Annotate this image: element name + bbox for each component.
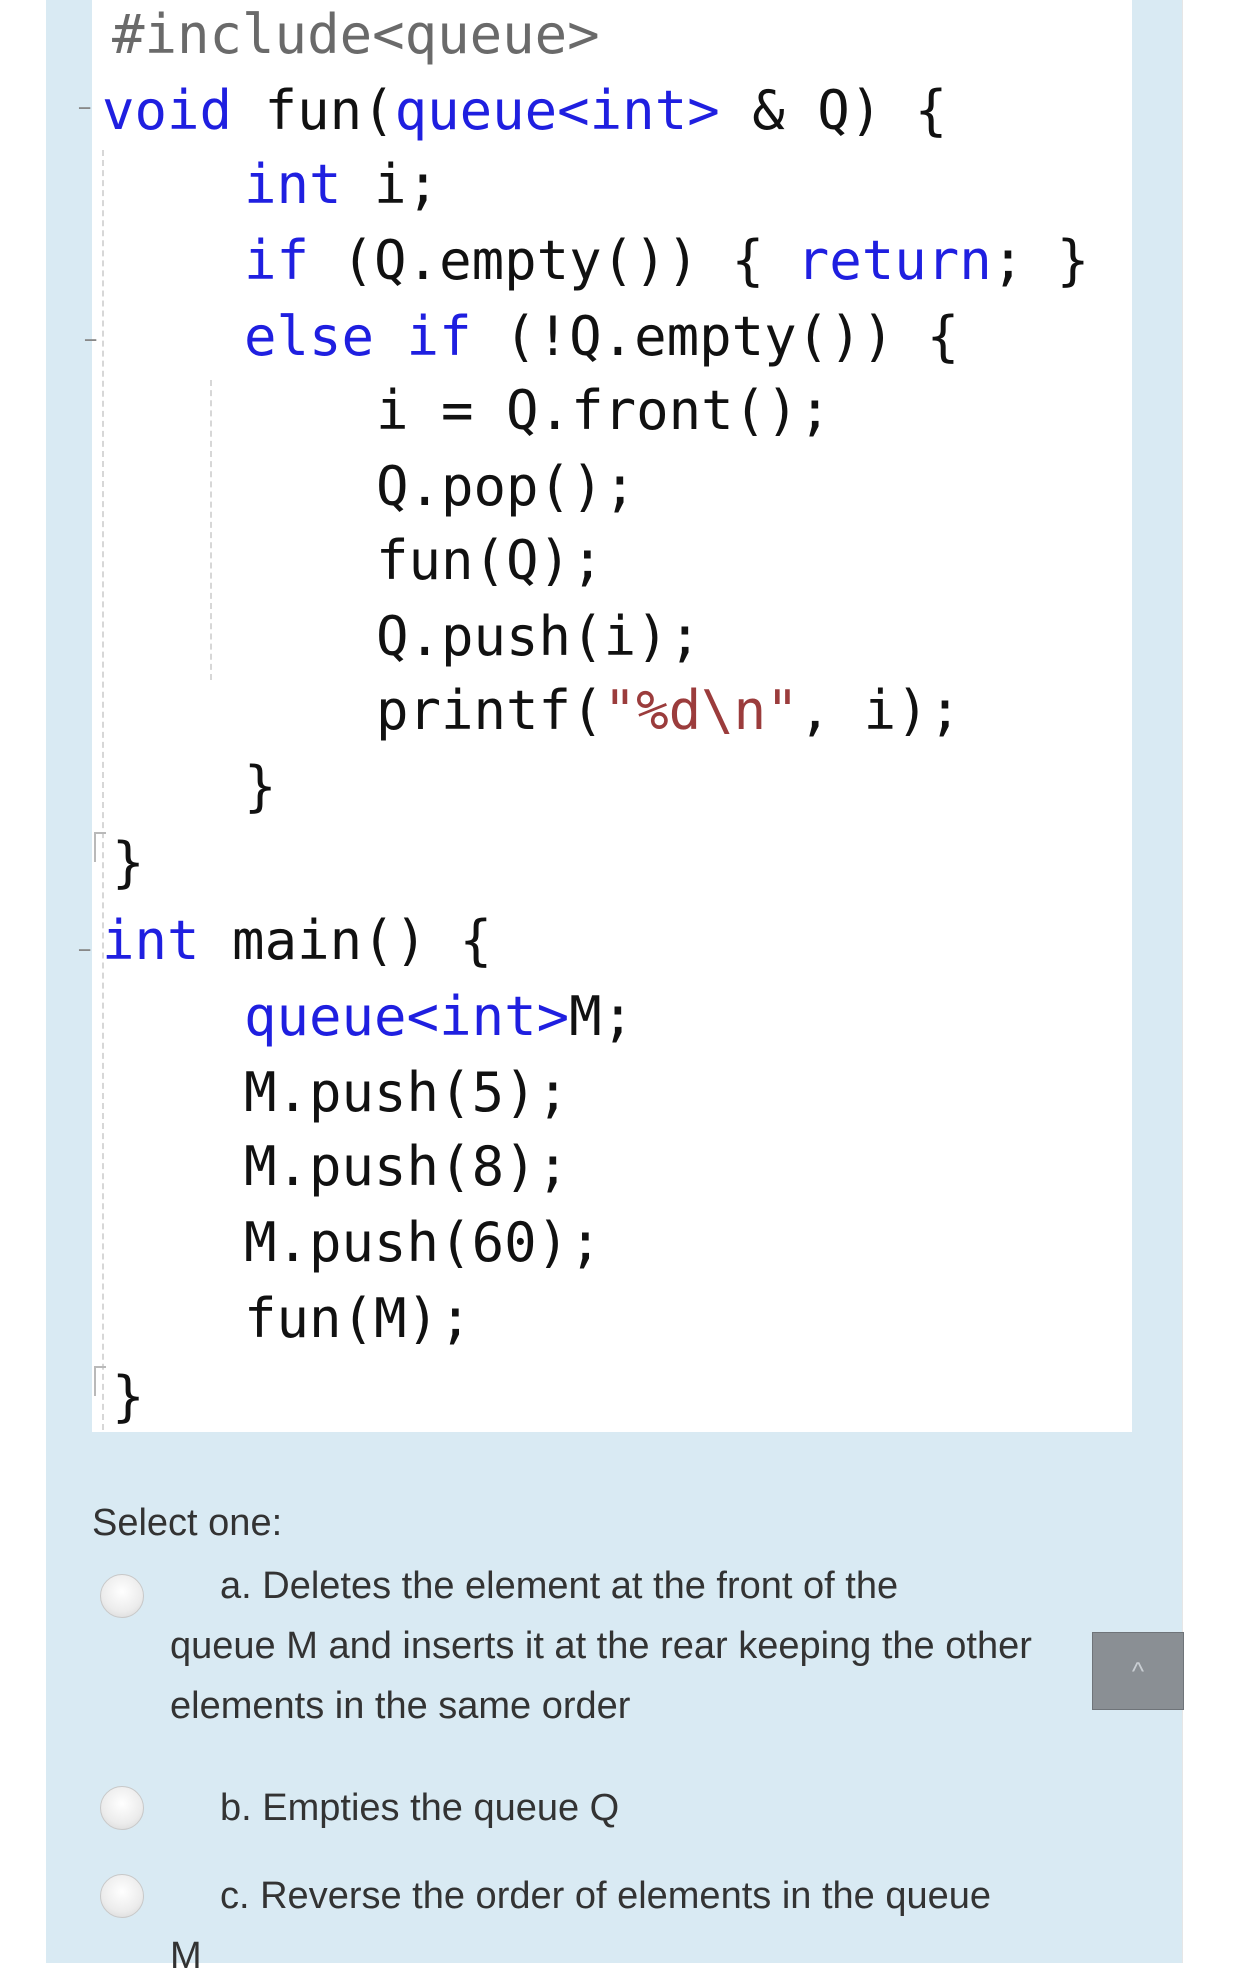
page-left-margin <box>0 0 47 1963</box>
page-right-margin <box>1182 0 1242 1963</box>
code-main-push: M.push(8); <box>244 1135 570 1198</box>
option-c-rest: M <box>170 1935 202 1977</box>
code-fun-signature: void fun(queue<int> & Q) { <box>102 79 948 142</box>
fold-marker-icon: − <box>78 96 92 121</box>
option-a-line1: a. Deletes the element at the front of t… <box>220 1565 899 1607</box>
code-close-fun: } <box>112 831 145 894</box>
option-a-rest: queue M and inserts it at the rear keepi… <box>170 1625 1032 1727</box>
code-include: #include<queue> <box>112 3 600 66</box>
option-b-label: b. Empties the queue Q <box>220 1787 620 1829</box>
radio-button-c[interactable] <box>100 1874 144 1918</box>
scroll-up-button[interactable]: ^ <box>1092 1632 1184 1710</box>
code-close-else: } <box>244 755 277 818</box>
code-main-decl: queue<int>M; <box>244 985 635 1048</box>
answer-option-c[interactable]: c. Reverse the order of elements in the … <box>100 1866 1070 1977</box>
code-else-if: else if (!Q.empty()) { <box>244 305 960 368</box>
indent-guide <box>102 150 104 1430</box>
code-close-main: } <box>112 1365 145 1428</box>
code-main-push: M.push(5); <box>244 1061 570 1124</box>
radio-button-a[interactable] <box>100 1574 144 1618</box>
code-decl: int i; <box>244 153 440 216</box>
code-main-call: fun(M); <box>244 1287 472 1350</box>
code-image: − − − #include<queue> void fun(queue<int… <box>78 0 1132 1432</box>
code-front: i = Q.front(); <box>376 379 832 442</box>
indent-guide <box>210 380 212 680</box>
fold-marker-icon: − <box>78 938 92 963</box>
fold-marker-icon: − <box>84 328 98 353</box>
code-push: Q.push(i); <box>376 605 702 668</box>
code-main-signature: int main() { <box>102 909 493 972</box>
code-recurse: fun(Q); <box>376 529 604 592</box>
chevron-up-icon: ^ <box>1131 1656 1145 1686</box>
option-c-line1: c. Reverse the order of elements in the … <box>220 1875 992 1917</box>
code-main-push: M.push(60); <box>244 1211 602 1274</box>
answer-option-a[interactable]: a. Deletes the element at the front of t… <box>100 1556 1070 1746</box>
code-if: if (Q.empty()) { return; } <box>244 229 1090 292</box>
fold-bracket <box>94 832 106 862</box>
answer-option-b[interactable]: b. Empties the queue Q <box>100 1778 1070 1848</box>
fold-bracket <box>94 1366 106 1396</box>
code-printf: printf("%d\n", i); <box>376 679 962 742</box>
code-pop: Q.pop(); <box>376 455 637 518</box>
radio-button-b[interactable] <box>100 1786 144 1830</box>
select-one-label: Select one: <box>92 1502 283 1544</box>
